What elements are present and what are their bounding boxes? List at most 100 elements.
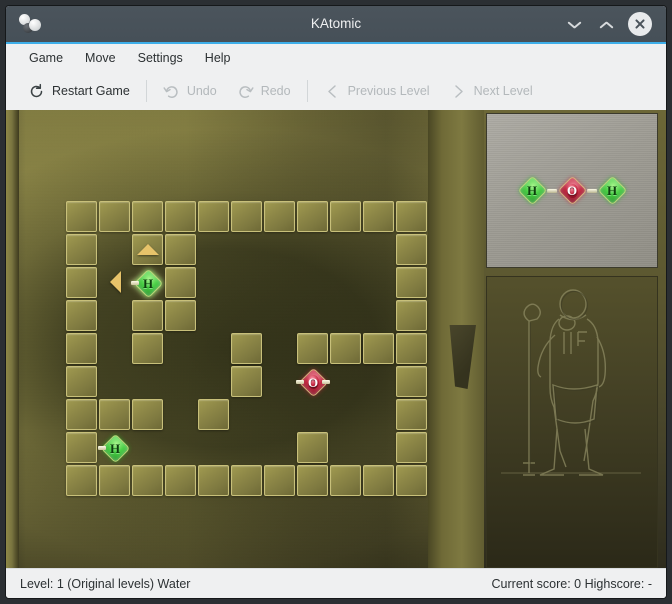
preview-atom-hydrogen-right: H	[597, 176, 627, 206]
status-bar: Level: 1 (Original levels) Water Current…	[6, 568, 666, 598]
board-tile[interactable]	[165, 201, 196, 232]
board-tile[interactable]	[198, 465, 229, 496]
board-tile[interactable]	[66, 333, 97, 364]
board-tile[interactable]	[330, 201, 361, 232]
chevron-down-icon	[568, 19, 581, 32]
board-tile[interactable]	[396, 267, 427, 298]
menu-help[interactable]: Help	[196, 47, 240, 69]
board-tile[interactable]	[66, 201, 97, 232]
board-tile[interactable]	[132, 201, 163, 232]
board-tile[interactable]	[66, 300, 97, 331]
board-tile[interactable]	[330, 333, 361, 364]
board-tile[interactable]	[231, 366, 262, 397]
close-button[interactable]	[628, 12, 652, 36]
atom-symbol: H	[110, 442, 120, 455]
board-tile[interactable]	[198, 399, 229, 430]
board-tile[interactable]	[264, 201, 295, 232]
atom-hydrogen[interactable]: H	[133, 268, 163, 298]
board-tile[interactable]	[99, 399, 130, 430]
bond-left	[547, 189, 557, 193]
maximize-button[interactable]	[596, 13, 618, 35]
minimize-button[interactable]	[564, 13, 586, 35]
play-field[interactable]: H O H	[6, 110, 484, 568]
toolbar-separator-1	[146, 80, 147, 102]
board-tile[interactable]	[66, 465, 97, 496]
board-tile[interactable]	[396, 399, 427, 430]
menu-bar: Game Move Settings Help	[6, 44, 666, 72]
board-tile[interactable]	[297, 432, 328, 463]
board-tile[interactable]	[165, 234, 196, 265]
level-status: Level: 1 (Original levels) Water	[20, 577, 190, 591]
side-panel: H O	[484, 110, 666, 568]
preview-atom-oxygen: O	[557, 176, 587, 206]
board-tile[interactable]	[396, 201, 427, 232]
board-tile[interactable]	[297, 201, 328, 232]
board-tile[interactable]	[231, 333, 262, 364]
chevron-right-icon	[450, 83, 467, 100]
undo-button[interactable]: Undo	[153, 79, 227, 104]
bond-stub-right	[322, 380, 330, 384]
board-tile[interactable]	[231, 201, 262, 232]
board-tile[interactable]	[99, 465, 130, 496]
restart-game-label: Restart Game	[52, 84, 130, 98]
board-tile[interactable]	[297, 465, 328, 496]
previous-level-button[interactable]: Previous Level	[314, 79, 440, 104]
atom-symbol: O	[308, 376, 318, 389]
board-tile[interactable]	[396, 366, 427, 397]
redo-label: Redo	[261, 84, 291, 98]
board-tile[interactable]	[132, 399, 163, 430]
atom-oxygen[interactable]: O	[298, 367, 328, 397]
board-tile[interactable]	[264, 465, 295, 496]
board-tile[interactable]	[99, 201, 130, 232]
board-tile[interactable]	[165, 300, 196, 331]
undo-arrow-icon	[163, 83, 180, 100]
chevron-up-icon	[600, 19, 613, 32]
board-tile[interactable]	[132, 465, 163, 496]
board-tile[interactable]	[66, 432, 97, 463]
board-tile[interactable]	[363, 333, 394, 364]
preview-atom-symbol: H	[607, 184, 617, 197]
next-level-button[interactable]: Next Level	[440, 79, 543, 104]
katomic-window: KAtomic Game Move Settings Help	[6, 6, 666, 598]
chevron-left-icon	[324, 83, 341, 100]
menu-game[interactable]: Game	[20, 47, 72, 69]
previous-level-label: Previous Level	[348, 84, 430, 98]
board-tile[interactable]	[165, 465, 196, 496]
board-tile[interactable]	[363, 201, 394, 232]
menu-move[interactable]: Move	[76, 47, 125, 69]
game-area: H O H H	[6, 110, 666, 568]
atom-hydrogen[interactable]: H	[100, 433, 130, 463]
egyptian-deity-relief-icon	[487, 277, 658, 487]
board-tile[interactable]	[132, 333, 163, 364]
board-tile[interactable]	[66, 366, 97, 397]
board-tile[interactable]	[330, 465, 361, 496]
undo-label: Undo	[187, 84, 217, 98]
redo-arrow-icon	[237, 83, 254, 100]
restart-game-button[interactable]: Restart Game	[18, 79, 140, 104]
score-status: Current score: 0 Highscore: -	[492, 577, 652, 591]
board-tile[interactable]	[198, 201, 229, 232]
board-tile[interactable]	[231, 465, 262, 496]
board-tile[interactable]	[297, 333, 328, 364]
redo-button[interactable]: Redo	[227, 79, 301, 104]
board-tile[interactable]	[132, 300, 163, 331]
board-tile[interactable]	[396, 465, 427, 496]
wall-pillar-left	[6, 110, 19, 568]
window-controls	[564, 12, 658, 36]
board-tile[interactable]	[165, 267, 196, 298]
preview-atom-symbol: O	[567, 184, 577, 197]
board-tile[interactable]	[66, 234, 97, 265]
board-tile[interactable]	[66, 267, 97, 298]
board-tile[interactable]	[396, 300, 427, 331]
board-tile[interactable]	[396, 234, 427, 265]
board-tile[interactable]	[396, 432, 427, 463]
board-tile[interactable]	[66, 399, 97, 430]
board-tile[interactable]	[396, 333, 427, 364]
tool-bar: Restart Game Undo	[6, 72, 666, 110]
board-tile[interactable]	[363, 465, 394, 496]
menu-settings[interactable]: Settings	[129, 47, 192, 69]
move-arrow-left[interactable]	[110, 271, 121, 293]
move-arrow-up[interactable]	[137, 244, 159, 255]
toolbar-separator-2	[307, 80, 308, 102]
bond-stub-left	[131, 281, 139, 285]
